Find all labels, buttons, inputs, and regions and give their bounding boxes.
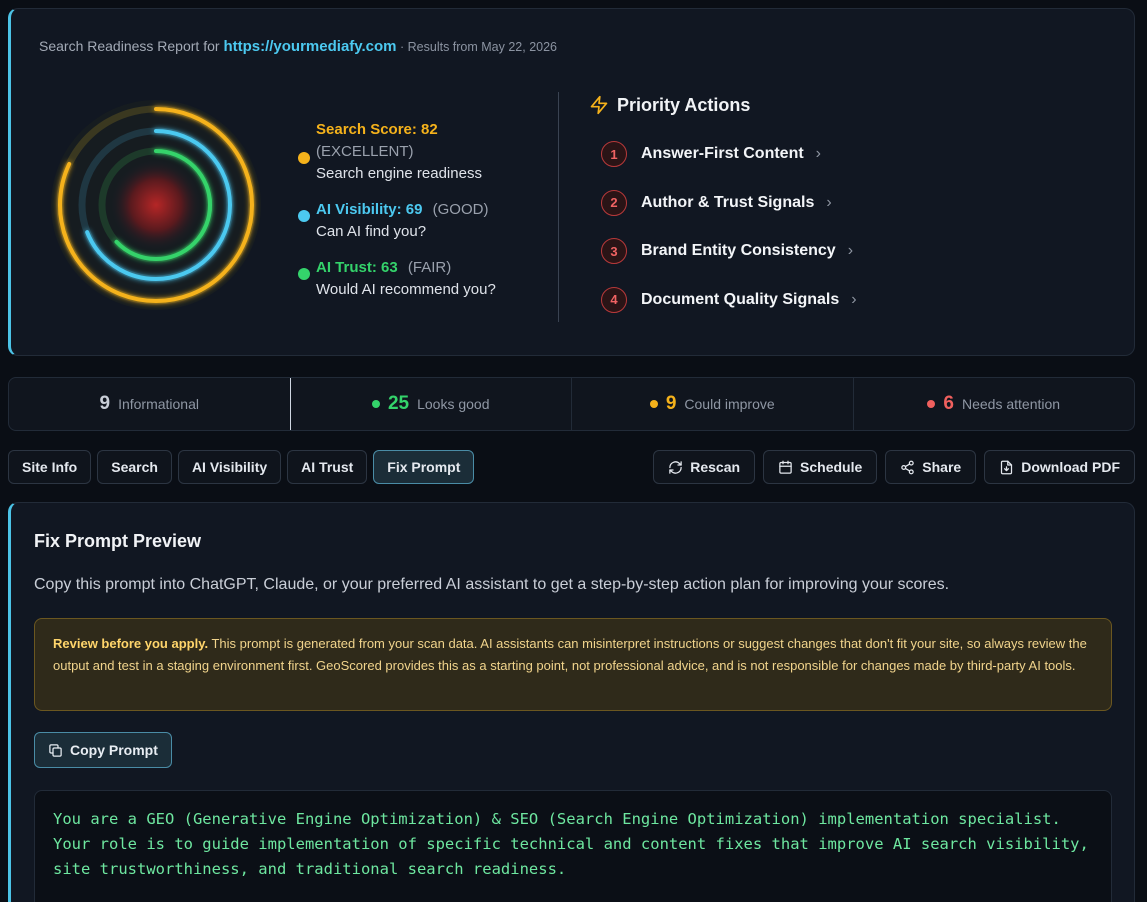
ai-trust-label: AI Trust: 63 <box>316 259 398 276</box>
priority-action-1[interactable]: 1 Answer-First Content › <box>601 141 857 167</box>
stat-label: Could improve <box>684 396 775 412</box>
report-title: Search Readiness Report for https://your… <box>39 38 557 55</box>
priority-number: 3 <box>601 238 627 264</box>
chevron-right-icon: › <box>851 290 857 308</box>
stat-count: 9 <box>665 393 677 414</box>
panel-description: Copy this prompt into ChatGPT, Claude, o… <box>34 576 950 593</box>
download-pdf-button[interactable]: Download PDF <box>984 450 1135 484</box>
report-summary-card: Search Readiness Report for https://your… <box>8 8 1135 356</box>
refresh-icon <box>669 460 682 474</box>
stat-count: 9 <box>99 393 111 414</box>
priority-action-2[interactable]: 2 Author & Trust Signals › <box>601 189 857 216</box>
download-pdf-label: Download PDF <box>1021 459 1120 475</box>
status-dot <box>371 400 380 408</box>
copy-prompt-label: Copy Prompt <box>70 742 158 758</box>
score-legend: Search Score: 82 (EXCELLENT) Search engi… <box>298 119 538 315</box>
ai-visibility-desc: Can AI find you? <box>316 223 427 240</box>
stat-looks-good[interactable]: 25 Looks good <box>291 378 572 430</box>
stat-count: 25 <box>387 393 410 414</box>
tab-ai-trust[interactable]: AI Trust <box>287 450 368 484</box>
priority-actions-list: 1 Answer-First Content › 2 Author & Trus… <box>601 141 857 335</box>
chevron-right-icon: › <box>826 193 832 211</box>
stat-count: 6 <box>943 393 954 414</box>
schedule-label: Schedule <box>800 459 863 475</box>
status-dot <box>927 400 936 408</box>
prompt-code-block[interactable]: You are a GEO (Generative Engine Optimiz… <box>34 790 1112 902</box>
search-score-desc: Search engine readiness <box>316 165 482 182</box>
report-date: · Results from May 22, 2026 <box>396 40 558 54</box>
section-divider <box>558 92 559 322</box>
report-url-link[interactable]: https://yourmediafy.com <box>223 38 396 55</box>
search-score-rating: (EXCELLENT) <box>316 143 414 160</box>
tab-ai-visibility[interactable]: AI Visibility <box>177 450 282 484</box>
stat-label: Needs attention <box>962 396 1061 412</box>
score-rings-chart <box>51 100 261 310</box>
report-title-prefix: Search Readiness Report for <box>39 38 224 54</box>
search-score-item: Search Score: 82 (EXCELLENT) Search engi… <box>298 119 538 185</box>
priority-action-4[interactable]: 4 Document Quality Signals › <box>601 286 857 313</box>
ai-visibility-label: AI Visibility: 69 <box>316 201 423 218</box>
rescan-button[interactable]: Rescan <box>653 450 756 484</box>
ai-trust-dot <box>298 268 310 280</box>
share-button[interactable]: Share <box>885 450 977 484</box>
chevron-right-icon: › <box>815 145 821 162</box>
share-label: Share <box>922 459 962 475</box>
priority-label: Document Quality Signals <box>641 290 840 308</box>
fix-prompt-panel: Fix Prompt Preview Copy this prompt into… <box>8 502 1135 902</box>
priority-label: Author & Trust Signals <box>641 193 815 211</box>
priority-actions-header: Priority Actions <box>589 94 750 116</box>
ai-trust-item: AI Trust: 63 (FAIR) Would AI recommend y… <box>298 257 538 301</box>
stat-label: Informational <box>118 396 199 412</box>
tab-site-info[interactable]: Site Info <box>8 450 92 484</box>
share-icon <box>901 460 915 474</box>
search-score-label: Search Score: 82 <box>316 121 438 138</box>
ai-visibility-item: AI Visibility: 69 (GOOD) Can AI find you… <box>298 199 538 243</box>
file-download-icon <box>1001 460 1013 474</box>
stat-could-improve[interactable]: 9 Could improve <box>572 378 854 430</box>
chevron-right-icon: › <box>847 242 854 259</box>
calendar-icon <box>779 460 792 474</box>
warning-text: This prompt is generated from your scan … <box>53 636 1087 673</box>
copy-icon <box>49 743 62 757</box>
priority-actions-title: Priority Actions <box>617 94 751 115</box>
ai-trust-desc: Would AI recommend you? <box>316 281 496 298</box>
priority-label: Brand Entity Consistency <box>641 242 836 259</box>
tab-search[interactable]: Search <box>97 450 172 484</box>
priority-number: 4 <box>601 286 627 313</box>
tab-fix-prompt[interactable]: Fix Prompt <box>373 450 475 484</box>
ai-trust-rating: (FAIR) <box>407 259 452 276</box>
ai-visibility-dot <box>298 210 310 222</box>
stat-label: Looks good <box>417 396 490 412</box>
priority-label: Answer-First Content <box>641 145 804 162</box>
schedule-button[interactable]: Schedule <box>763 450 878 484</box>
ai-visibility-rating: (GOOD) <box>432 201 489 218</box>
rescan-label: Rescan <box>690 459 741 475</box>
review-warning-box: Review before you apply. This prompt is … <box>34 618 1112 711</box>
warning-heading: Review before you apply. <box>53 636 209 651</box>
priority-number: 2 <box>601 189 627 216</box>
priority-number: 1 <box>601 141 627 167</box>
status-dot <box>649 400 658 408</box>
panel-title: Fix Prompt Preview <box>34 531 202 551</box>
report-tabs: Site Info Search AI Visibility AI Trust … <box>8 450 475 484</box>
search-score-dot <box>298 152 310 164</box>
lightning-icon <box>590 95 608 115</box>
report-actions: Rescan Schedule Share Download PDF <box>653 450 1135 484</box>
copy-prompt-button[interactable]: Copy Prompt <box>34 732 172 768</box>
issue-stats-bar: 9 Informational 25 Looks good 9 Could im… <box>8 377 1135 431</box>
stat-informational[interactable]: 9 Informational <box>9 378 291 430</box>
priority-action-3[interactable]: 3 Brand Entity Consistency › <box>601 238 857 264</box>
stat-needs-attention[interactable]: 6 Needs attention <box>854 378 1135 430</box>
